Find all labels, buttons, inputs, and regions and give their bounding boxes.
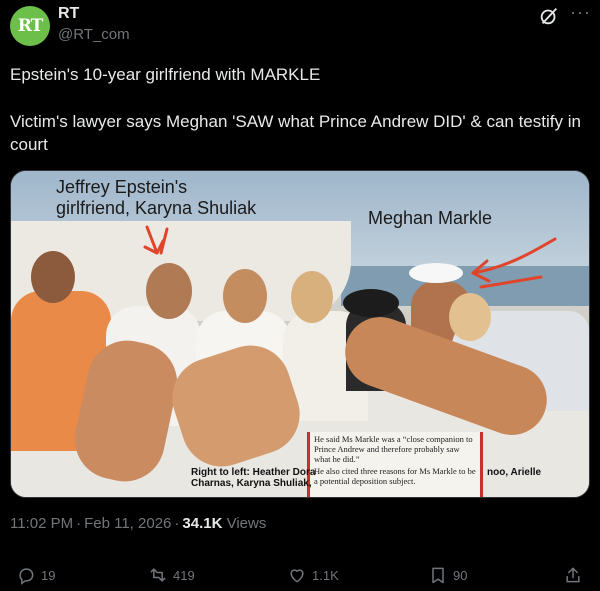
share-button[interactable]	[563, 565, 588, 585]
arrow-meghan	[471, 237, 557, 289]
bookmark-icon	[432, 567, 444, 584]
person-1-head	[31, 251, 75, 303]
repost-count: 419	[173, 567, 195, 583]
like-button[interactable]: 1.1K	[287, 565, 339, 585]
share-icon	[566, 567, 580, 583]
person-5-hat	[343, 289, 399, 317]
display-name[interactable]: RT	[58, 5, 79, 23]
person-4-head	[291, 271, 333, 323]
repost-button[interactable]: 419	[148, 565, 195, 585]
news-clipping: He said Ms Markle was a “close companion…	[307, 432, 483, 497]
person-2-head	[146, 263, 192, 319]
tweet-text-line-2: Victim's lawyer says Meghan 'SAW what Pr…	[10, 112, 581, 154]
action-bar: 19 419 1.1K 90	[0, 565, 600, 589]
tweet-text-line-1: Epstein's 10-year girlfriend with MARKLE	[10, 65, 321, 84]
tweet: RT RT @RT_com ··· Epstein's 10-year girl…	[0, 0, 600, 591]
date[interactable]: Feb 11, 2026	[84, 515, 171, 532]
reply-icon	[19, 568, 34, 585]
more-icon[interactable]: ···	[570, 2, 591, 23]
arrow-karyna	[143, 225, 169, 255]
person-3-head	[223, 269, 267, 323]
timestamp: 11:02 PM · Feb 11, 2026 · 34.1K Views	[10, 515, 267, 532]
grok-icon[interactable]	[538, 5, 560, 27]
avatar-logo: RT	[17, 16, 44, 36]
bookmark-count: 90	[453, 567, 468, 583]
repost-icon	[150, 568, 166, 582]
label-meghan: Meghan Markle	[368, 208, 493, 228]
reply-button[interactable]: 19	[16, 565, 55, 585]
clipping-paragraph-2: He also cited three reasons for Ms Markl…	[314, 466, 476, 486]
like-icon	[290, 569, 304, 583]
views-label: Views	[226, 515, 267, 532]
avatar[interactable]: RT	[10, 6, 50, 46]
bookmark-button[interactable]: 90	[428, 565, 467, 585]
time[interactable]: 11:02 PM	[10, 515, 73, 532]
clipping-paragraph-1: He said Ms Markle was a “close companion…	[314, 434, 473, 464]
photo-caption-left: Right to left: Heather Dora Charnas, Kar…	[191, 467, 316, 489]
person-7-head	[449, 293, 491, 341]
like-count: 1.1K	[312, 567, 339, 583]
handle[interactable]: @RT_com	[58, 26, 130, 43]
label-karyna: Jeffrey Epstein's girlfriend, Karyna Shu…	[56, 177, 257, 218]
media-image[interactable]: Jeffrey Epstein's girlfriend, Karyna Shu…	[10, 170, 590, 498]
views-count: 34.1K	[182, 515, 223, 532]
reply-count: 19	[41, 567, 56, 583]
photo-caption-right: noo, Arielle	[487, 467, 542, 478]
